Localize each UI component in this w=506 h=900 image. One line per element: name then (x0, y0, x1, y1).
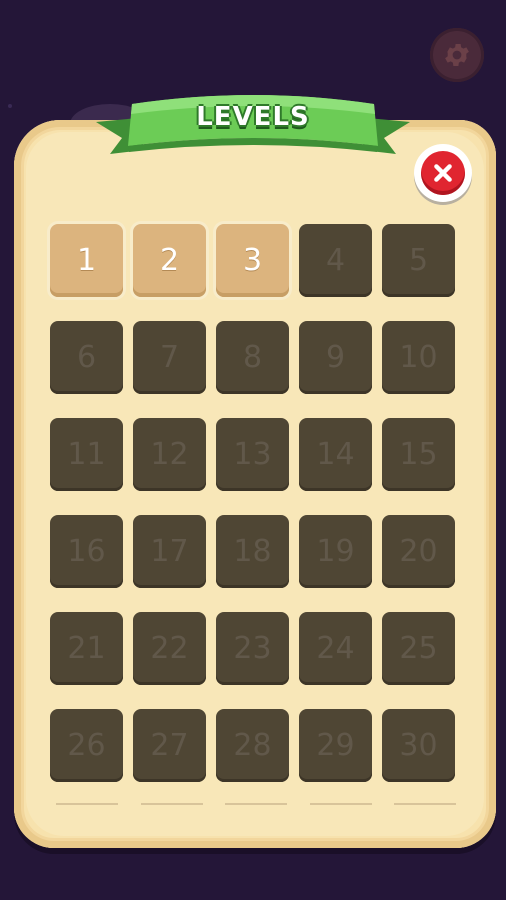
level-button[interactable]: 7 (133, 321, 206, 394)
level-button[interactable]: 1 (50, 224, 123, 297)
level-button[interactable]: 22 (133, 612, 206, 685)
level-button[interactable]: 17 (133, 515, 206, 588)
close-icon (434, 164, 452, 182)
level-button[interactable]: 25 (382, 612, 455, 685)
level-button[interactable]: 6 (50, 321, 123, 394)
title-ribbon: LEVELS (92, 88, 414, 170)
level-button[interactable]: 10 (382, 321, 455, 394)
level-button[interactable]: 29 (299, 709, 372, 782)
divider (140, 803, 203, 805)
close-button[interactable] (414, 144, 472, 202)
level-button[interactable]: 12 (133, 418, 206, 491)
level-button[interactable]: 13 (216, 418, 289, 491)
level-grid: 1 2 3 4 5 6 7 8 9 10 11 12 13 14 15 16 1… (50, 224, 455, 782)
page-dividers (56, 803, 456, 805)
level-button[interactable]: 8 (216, 321, 289, 394)
background-dot (8, 104, 12, 108)
divider (394, 803, 456, 805)
level-button[interactable]: 11 (50, 418, 123, 491)
page-title: LEVELS (196, 102, 310, 132)
level-button[interactable]: 14 (299, 418, 372, 491)
close-button-face (421, 151, 465, 195)
level-button[interactable]: 18 (216, 515, 289, 588)
level-button[interactable]: 24 (299, 612, 372, 685)
level-button[interactable]: 26 (50, 709, 123, 782)
level-button[interactable]: 5 (382, 224, 455, 297)
settings-button[interactable] (430, 28, 484, 82)
level-button[interactable]: 20 (382, 515, 455, 588)
level-button[interactable]: 4 (299, 224, 372, 297)
divider (309, 803, 372, 805)
level-button[interactable]: 28 (216, 709, 289, 782)
gear-icon (445, 44, 469, 66)
level-button[interactable]: 30 (382, 709, 455, 782)
level-button[interactable]: 2 (133, 224, 206, 297)
level-button[interactable]: 16 (50, 515, 123, 588)
level-button[interactable]: 27 (133, 709, 206, 782)
level-button[interactable]: 9 (299, 321, 372, 394)
level-button[interactable]: 19 (299, 515, 372, 588)
divider (225, 803, 287, 805)
divider (56, 803, 118, 805)
level-button[interactable]: 3 (216, 224, 289, 297)
level-button[interactable]: 23 (216, 612, 289, 685)
level-button[interactable]: 15 (382, 418, 455, 491)
level-button[interactable]: 21 (50, 612, 123, 685)
